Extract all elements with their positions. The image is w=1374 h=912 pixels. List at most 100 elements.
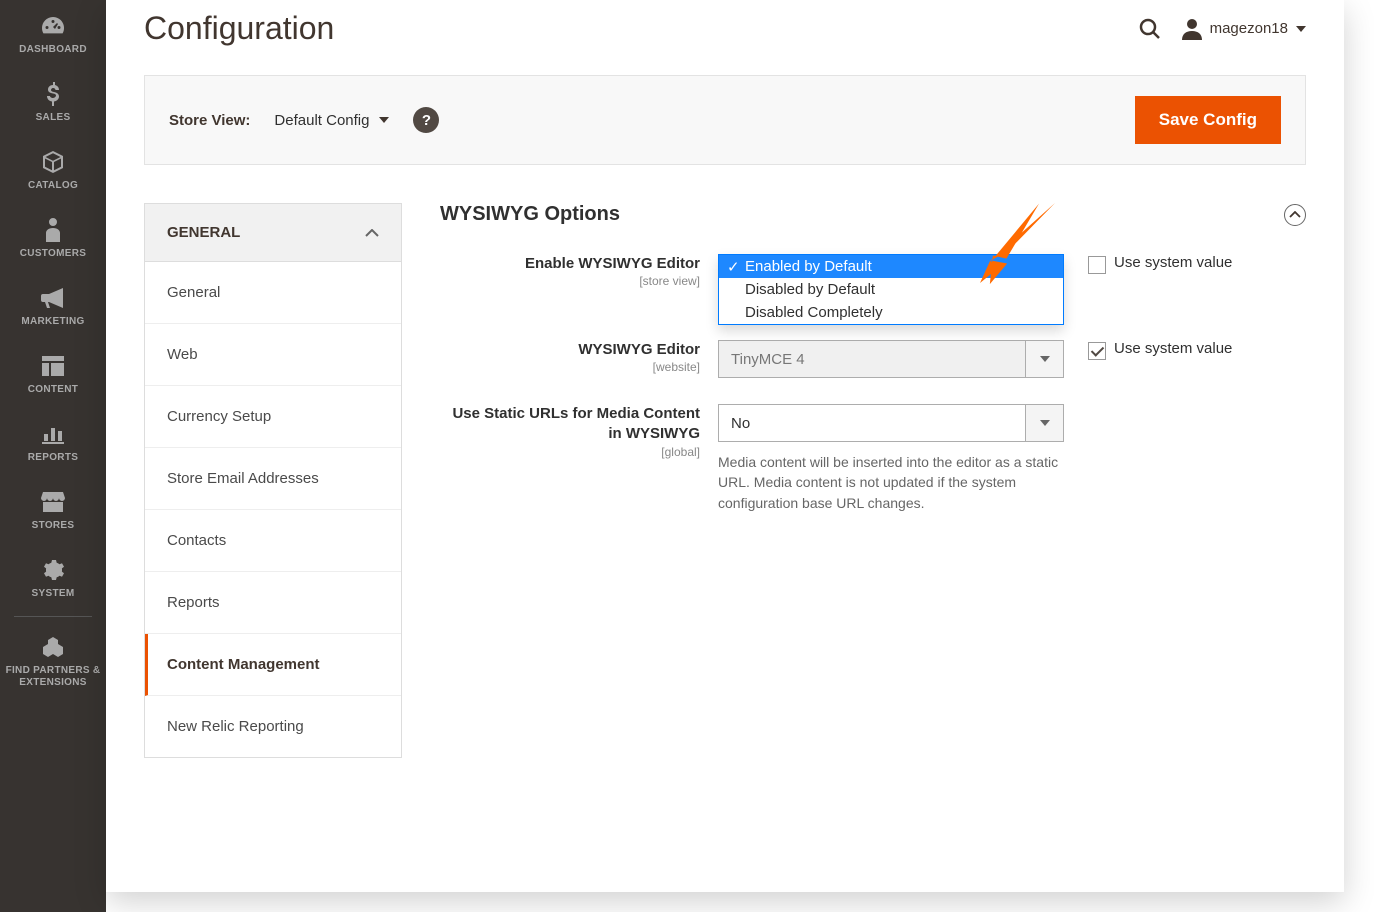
search-icon <box>1138 17 1162 41</box>
store-view-select[interactable]: Default Config <box>274 112 389 129</box>
user-menu-button[interactable]: magezon18 <box>1182 18 1306 40</box>
checkbox-icon <box>1088 256 1106 274</box>
sidebar-separator <box>14 616 92 617</box>
use-system-value-checkbox[interactable]: Use system value <box>1088 254 1306 274</box>
sidebar-item-customers[interactable]: CUSTOMERS <box>0 204 106 272</box>
field-extra-col: Use system value <box>1082 340 1306 360</box>
sidebar-label: REPORTS <box>28 452 78 464</box>
config-nav-item-contacts[interactable]: Contacts <box>145 510 401 572</box>
sidebar-label: DASHBOARD <box>19 44 87 56</box>
sidebar-label: CONTENT <box>28 384 78 396</box>
config-nav-list: General Web Currency Setup Store Email A… <box>144 262 402 758</box>
dropdown-option-disabled-default[interactable]: Disabled by Default <box>719 278 1063 301</box>
config-nav-item-general[interactable]: General <box>145 262 401 324</box>
use-system-value-checkbox[interactable]: Use system value <box>1088 340 1306 360</box>
config-nav-item-content-management[interactable]: Content Management <box>145 634 401 696</box>
sidebar-item-catalog[interactable]: CATALOG <box>0 136 106 204</box>
field-control-col: TinyMCE 4 <box>718 340 1064 378</box>
sidebar-item-stores[interactable]: STORES <box>0 476 106 544</box>
caret-down-icon <box>379 117 389 123</box>
header-actions: magezon18 <box>1138 17 1306 41</box>
section-collapse-button[interactable] <box>1284 204 1306 226</box>
page-title: Configuration <box>144 10 334 47</box>
sidebar-item-content[interactable]: CONTENT <box>0 340 106 408</box>
store-view-value: Default Config <box>274 112 369 129</box>
admin-sidebar: DASHBOARD SALES CATALOG CUSTOMERS MARKET… <box>0 0 106 912</box>
save-config-button[interactable]: Save Config <box>1135 96 1281 144</box>
page-header: Configuration magezon18 <box>106 0 1344 75</box>
sidebar-label: SALES <box>36 112 71 124</box>
config-nav-item-newrelic[interactable]: New Relic Reporting <box>145 696 401 757</box>
toolbar-left: Store View: Default Config ? <box>169 107 439 133</box>
section-title: WYSIWYG Options <box>440 203 620 226</box>
config-nav-group-label: GENERAL <box>167 224 240 241</box>
chevron-up-icon <box>1289 211 1301 219</box>
config-nav: GENERAL General Web Currency Setup Store… <box>144 203 402 758</box>
sidebar-item-reports[interactable]: REPORTS <box>0 408 106 476</box>
layout-icon <box>39 354 67 378</box>
sidebar-label: CUSTOMERS <box>20 248 86 260</box>
chevron-up-icon <box>365 229 379 237</box>
help-icon[interactable]: ? <box>413 107 439 133</box>
config-nav-item-web[interactable]: Web <box>145 324 401 386</box>
main-panel: Configuration magezon18 Store View: Defa… <box>106 0 1344 892</box>
person-icon <box>39 218 67 242</box>
sidebar-item-partners[interactable]: FIND PARTNERS & EXTENSIONS <box>0 621 106 701</box>
sidebar-label: CATALOG <box>28 180 78 192</box>
gauge-icon <box>39 14 67 38</box>
checkbox-label: Use system value <box>1114 340 1232 357</box>
enable-wysiwyg-dropdown: Enabled by Default Disabled by Default D… <box>718 254 1064 325</box>
select-value: TinyMCE 4 <box>731 351 805 368</box>
sidebar-label: STORES <box>32 520 75 532</box>
sidebar-label: FIND PARTNERS & EXTENSIONS <box>4 665 102 689</box>
store-view-label: Store View: <box>169 112 250 129</box>
search-button[interactable] <box>1138 17 1162 41</box>
caret-down-icon <box>1040 356 1050 362</box>
config-nav-item-currency[interactable]: Currency Setup <box>145 386 401 448</box>
checkbox-icon <box>1088 342 1106 360</box>
config-nav-group-general[interactable]: GENERAL <box>144 203 402 262</box>
megaphone-icon <box>39 286 67 310</box>
dropdown-option-enabled-default[interactable]: Enabled by Default <box>719 255 1063 278</box>
storefront-icon <box>39 490 67 514</box>
static-urls-select[interactable]: No <box>718 404 1064 442</box>
sidebar-item-sales[interactable]: SALES <box>0 68 106 136</box>
select-value: No <box>731 415 750 432</box>
select-arrow <box>1025 405 1063 441</box>
sidebar-item-system[interactable]: SYSTEM <box>0 544 106 612</box>
sidebar-item-dashboard[interactable]: DASHBOARD <box>0 0 106 68</box>
wysiwyg-editor-select[interactable]: TinyMCE 4 <box>718 340 1064 378</box>
field-label-col: WYSIWYG Editor [website] <box>440 340 700 374</box>
cubes-icon <box>39 635 67 659</box>
field-scope: [store view] <box>440 274 700 288</box>
select-arrow <box>1025 341 1063 377</box>
field-control-col: No Media content will be inserted into t… <box>718 404 1064 513</box>
sidebar-label: SYSTEM <box>32 588 75 600</box>
field-label: WYSIWYG Editor <box>440 340 700 360</box>
field-help-text: Media content will be inserted into the … <box>718 452 1064 513</box>
field-label: Enable WYSIWYG Editor <box>440 254 700 274</box>
sidebar-label: MARKETING <box>21 316 84 328</box>
user-icon <box>1182 18 1202 40</box>
username-label: magezon18 <box>1210 20 1288 37</box>
field-wysiwyg-editor: WYSIWYG Editor [website] TinyMCE 4 Use s… <box>440 340 1306 378</box>
cube-icon <box>39 150 67 174</box>
caret-down-icon <box>1040 420 1050 426</box>
config-nav-item-store-email[interactable]: Store Email Addresses <box>145 448 401 510</box>
field-label: Use Static URLs for Media Con­tent in WY… <box>440 404 700 445</box>
field-extra-col: Use system value <box>1082 254 1306 274</box>
config-nav-item-reports[interactable]: Reports <box>145 572 401 634</box>
toolbar: Store View: Default Config ? Save Config <box>144 75 1306 165</box>
sidebar-item-marketing[interactable]: MARKETING <box>0 272 106 340</box>
section-header[interactable]: WYSIWYG Options <box>440 203 1306 254</box>
field-label-col: Enable WYSIWYG Editor [store view] <box>440 254 700 288</box>
dropdown-option-disabled-completely[interactable]: Disabled Completely <box>719 301 1063 324</box>
caret-down-icon <box>1296 26 1306 32</box>
field-control-col: Enabled by Default Enabled by Default Di… <box>718 254 1064 292</box>
field-scope: [website] <box>440 360 700 374</box>
field-static-urls: Use Static URLs for Media Con­tent in WY… <box>440 404 1306 513</box>
checkbox-label: Use system value <box>1114 254 1232 271</box>
bars-icon <box>39 422 67 446</box>
field-label-col: Use Static URLs for Media Con­tent in WY… <box>440 404 700 459</box>
field-scope: [global] <box>440 445 700 459</box>
